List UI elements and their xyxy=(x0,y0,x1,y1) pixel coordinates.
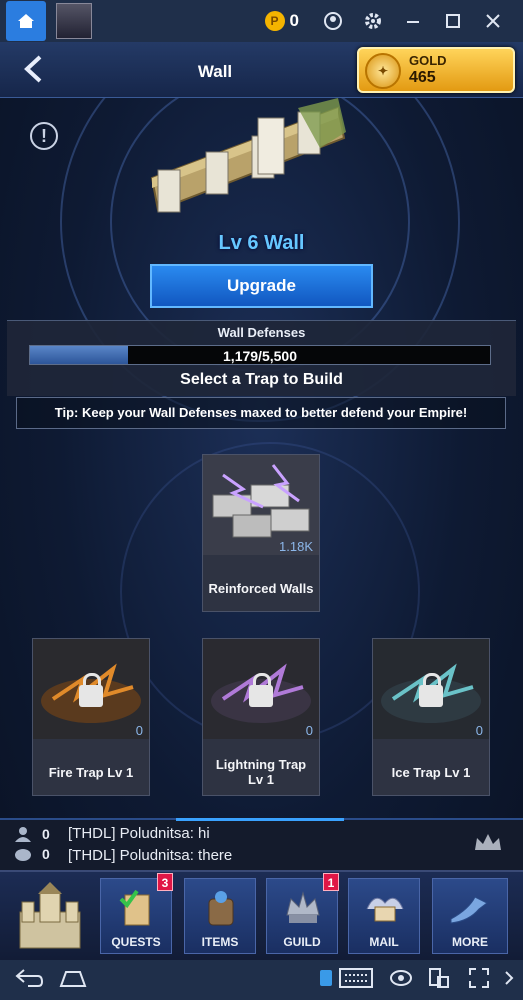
chat-tab-indicator xyxy=(176,818,344,821)
nav-label: ITEMS xyxy=(201,935,239,949)
trap-count: 1.18K xyxy=(279,539,313,554)
screen-header: Wall ✦ GOLD 465 xyxy=(0,42,523,98)
trap-name: Ice Trap Lv 1 xyxy=(391,765,471,780)
nav-label: MORE xyxy=(452,935,488,949)
trap-card-fire-trap[interactable]: 0 Fire Trap Lv 1 xyxy=(32,638,150,796)
bottom-navigation: 3 QUESTS ITEMS 1 GUILD MAIL MORE xyxy=(0,870,523,960)
nav-mail-button[interactable]: MAIL xyxy=(348,878,420,954)
rotate-screen-icon[interactable] xyxy=(426,966,452,994)
info-icon[interactable]: ! xyxy=(30,122,58,150)
nav-label: GUILD xyxy=(283,935,321,949)
gold-value: 465 xyxy=(409,69,436,86)
quests-badge: 3 xyxy=(157,873,173,891)
nav-castle-button[interactable] xyxy=(6,878,94,954)
upgrade-button[interactable]: Upgrade xyxy=(150,264,373,308)
android-navigation-bar xyxy=(0,960,523,1000)
coin-count: 0 xyxy=(289,11,299,30)
trap-count: 0 xyxy=(475,723,483,738)
castle-icon xyxy=(19,882,81,949)
winged-mail-icon xyxy=(366,897,404,922)
game-screen: Wall ✦ GOLD 465 ! Lv 6 Wall Upgrade Wall… xyxy=(0,42,523,960)
wall-defenses-panel: Wall Defenses 1,179/5,500 Select a Trap … xyxy=(7,320,516,396)
chat-message: [THDL] Poludnitsa: hi xyxy=(68,825,210,842)
nav-guild-button[interactable]: 1 GUILD xyxy=(266,873,339,954)
lock-icon xyxy=(249,673,273,707)
players-count: 0 xyxy=(42,826,50,842)
crown-icon[interactable] xyxy=(473,832,503,861)
android-back-icon[interactable] xyxy=(14,966,44,994)
messages-count: 0 xyxy=(42,846,50,862)
more-arrow-icon xyxy=(450,896,488,924)
minimize-icon[interactable] xyxy=(393,0,433,42)
nav-label: QUESTS xyxy=(111,935,161,949)
trap-card-lightning-trap[interactable]: 0 Lightning Trap Lv 1 xyxy=(202,638,320,796)
nav-label: MAIL xyxy=(369,935,399,949)
building-level-title: Lv 6 Wall xyxy=(218,232,305,254)
nav-quests-button[interactable]: 3 QUESTS xyxy=(100,873,173,954)
home-icon[interactable] xyxy=(6,1,46,41)
guild-badge: 1 xyxy=(323,873,339,891)
gear-icon[interactable] xyxy=(353,0,393,42)
keyboard-icon[interactable] xyxy=(338,966,374,994)
backpack-icon xyxy=(208,891,234,926)
coin-icon: P xyxy=(264,11,285,31)
close-icon[interactable] xyxy=(473,0,513,42)
gold-label: GOLD xyxy=(409,53,447,68)
app-thumbnail[interactable] xyxy=(56,3,92,39)
guild-crest-icon xyxy=(286,891,320,923)
chat-bar[interactable]: 0 0 [THDL] Poludnitsa: hi [THDL] Poludni… xyxy=(0,818,523,870)
gold-coin-icon: ✦ xyxy=(365,53,401,89)
select-trap-heading: Select a Trap to Build xyxy=(180,371,343,388)
players-icon xyxy=(14,826,32,842)
fullscreen-icon[interactable] xyxy=(466,966,492,994)
tip-banner: Tip: Keep your Wall Defenses maxed to be… xyxy=(16,397,506,429)
trap-card-reinforced-walls[interactable]: 1.18K Reinforced Walls xyxy=(202,454,320,612)
maximize-icon[interactable] xyxy=(433,0,473,42)
messages-icon xyxy=(14,848,32,862)
keyboard-toggle-icon[interactable] xyxy=(316,966,336,994)
trap-card-ice-trap[interactable]: 0 Ice Trap Lv 1 xyxy=(372,638,490,796)
trap-name: Lightning Trap Lv 1 xyxy=(215,757,307,787)
emulator-title-bar: P 0 xyxy=(0,0,523,42)
lock-icon xyxy=(79,673,103,707)
lock-icon xyxy=(419,673,443,707)
wall-defenses-value: 1,179/5,500 xyxy=(223,348,297,364)
account-icon[interactable] xyxy=(313,0,353,42)
chat-message: [THDL] Poludnitsa: there xyxy=(68,847,233,864)
trap-name: Fire Trap Lv 1 xyxy=(48,765,134,780)
wall-defenses-progress-bar: 1,179/5,500 xyxy=(29,345,491,365)
nav-more-button[interactable]: MORE xyxy=(432,878,508,954)
trap-name: Reinforced Walls xyxy=(208,581,314,596)
chevron-right-icon[interactable] xyxy=(500,966,518,994)
view-eye-icon[interactable] xyxy=(388,966,414,994)
wall-defenses-label: Wall Defenses xyxy=(217,325,306,340)
trap-count: 0 xyxy=(135,723,143,738)
gold-balance-button[interactable]: ✦ GOLD 465 xyxy=(357,47,515,93)
quest-scroll-icon xyxy=(119,889,150,926)
trap-count: 0 xyxy=(305,723,313,738)
wall-illustration xyxy=(150,98,346,213)
android-home-icon[interactable] xyxy=(58,966,88,994)
nav-items-button[interactable]: ITEMS xyxy=(184,878,256,954)
